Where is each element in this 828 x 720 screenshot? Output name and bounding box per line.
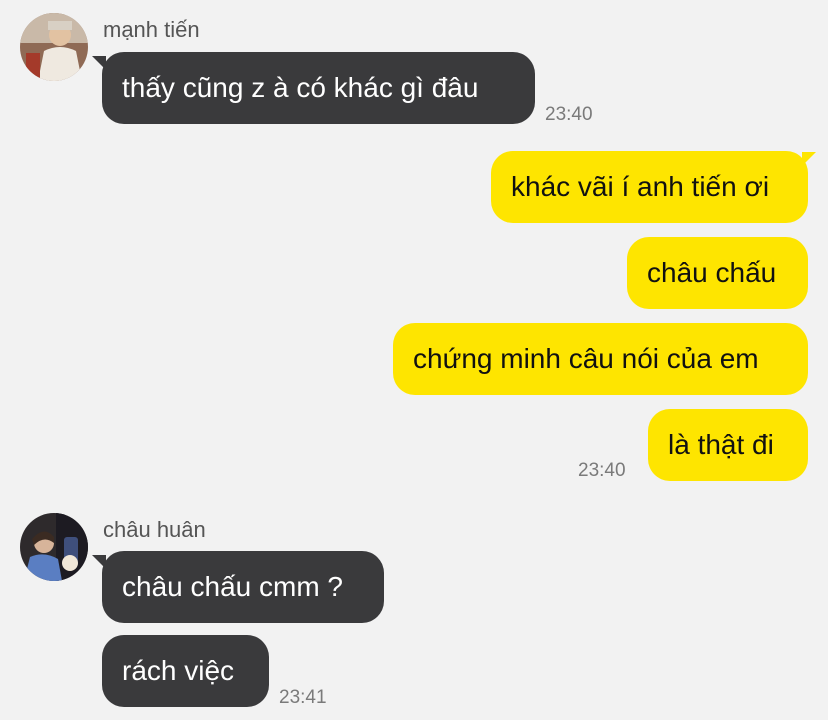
avatar-chau-huan[interactable] <box>20 513 88 581</box>
avatar-photo-icon <box>20 513 88 581</box>
message-bubble-outgoing[interactable]: chứng minh câu nói của em <box>393 323 808 395</box>
message-bubble-outgoing[interactable]: châu chấu <box>627 237 808 309</box>
message-timestamp: 23:40 <box>578 460 626 481</box>
message-bubble-incoming[interactable]: rách việc <box>102 635 269 707</box>
sender-name: châu huân <box>103 517 206 542</box>
avatar-manh-tien[interactable] <box>20 13 88 81</box>
message-timestamp: 23:41 <box>279 687 327 708</box>
bubble-tail <box>802 152 816 166</box>
avatar-photo-icon <box>20 13 88 81</box>
message-bubble-outgoing[interactable]: khác vãi í anh tiến ơi <box>491 151 808 223</box>
message-bubble-incoming[interactable]: thấy cũng z à có khác gì đâu <box>102 52 535 124</box>
sender-name: mạnh tiến <box>103 17 200 42</box>
message-bubble-incoming[interactable]: châu chấu cmm ? <box>102 551 384 623</box>
message-timestamp: 23:40 <box>545 104 593 125</box>
message-bubble-outgoing[interactable]: là thật đi <box>648 409 808 481</box>
